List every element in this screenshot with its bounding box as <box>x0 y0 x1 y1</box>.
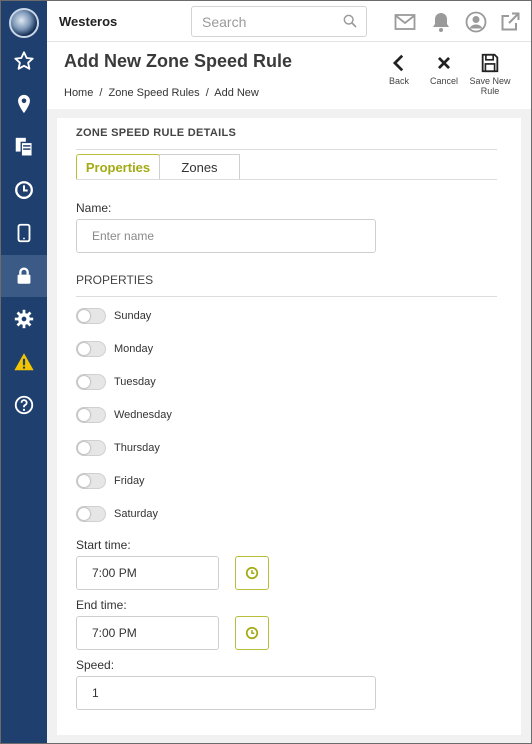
sidebar-item-location[interactable] <box>1 83 47 125</box>
toggle-knob <box>78 475 90 487</box>
tab-properties[interactable]: Properties <box>76 154 160 180</box>
search-icon[interactable] <box>342 13 358 29</box>
back-label: Back <box>388 76 409 86</box>
app-title: Westeros <box>59 14 118 29</box>
lock-icon <box>17 267 31 284</box>
speed-label: Speed: <box>76 658 115 672</box>
wednesday-toggle[interactable] <box>76 407 106 423</box>
tab-zones[interactable]: Zones <box>159 154 240 180</box>
breadcrumb-separator: / <box>205 87 209 99</box>
bell-icon[interactable] <box>429 10 453 34</box>
sidebar-item-settings[interactable] <box>1 298 47 340</box>
monday-toggle[interactable] <box>76 341 106 357</box>
save-new-rule-button[interactable]: Save New Rule <box>466 52 514 96</box>
saturday-toggle[interactable] <box>76 506 106 522</box>
end-time-input[interactable] <box>76 616 219 650</box>
app-frame: Westeros Add New Zone Speed Rule Home / … <box>0 0 532 744</box>
top-bar: Westeros <box>47 1 531 42</box>
close-icon <box>437 56 451 70</box>
name-label: Name: <box>76 201 112 215</box>
save-icon <box>481 53 499 73</box>
start-time-input[interactable] <box>76 556 219 590</box>
name-input[interactable] <box>76 219 376 253</box>
toggle-knob <box>78 508 90 520</box>
clock-icon <box>245 626 259 640</box>
sidebar-item-history[interactable] <box>1 169 47 211</box>
clock-icon <box>245 566 259 580</box>
cancel-button[interactable]: Cancel <box>420 52 468 86</box>
tuesday-label: Tuesday <box>114 376 156 388</box>
search-input[interactable] <box>202 13 332 31</box>
thursday-label: Thursday <box>114 442 160 454</box>
sidebar-item-alerts[interactable] <box>1 341 47 383</box>
search-box[interactable] <box>191 6 367 37</box>
breadcrumb: Home / Zone Speed Rules / Add New <box>64 87 262 99</box>
warning-icon <box>14 353 34 371</box>
external-link-icon[interactable] <box>498 10 522 34</box>
help-icon <box>14 395 34 415</box>
wednesday-label: Wednesday <box>114 409 172 421</box>
mail-icon[interactable] <box>393 10 417 34</box>
toggle-row-monday: Monday <box>76 340 153 358</box>
friday-label: Friday <box>114 475 145 487</box>
toggle-row-sunday: Sunday <box>76 307 151 325</box>
page-header: Add New Zone Speed Rule Home / Zone Spee… <box>47 42 531 109</box>
breadcrumb-zone-speed-rules[interactable]: Zone Speed Rules <box>109 87 200 99</box>
section-title: ZONE SPEED RULE DETAILS <box>76 127 237 139</box>
divider <box>76 149 497 150</box>
monday-label: Monday <box>114 343 154 355</box>
sidebar-item-help[interactable] <box>1 384 47 426</box>
breadcrumb-add-new: Add New <box>214 87 259 99</box>
save-label-line1: Save New <box>469 76 511 86</box>
page-title: Add New Zone Speed Rule <box>64 51 293 71</box>
tablet-icon <box>17 223 31 243</box>
sidebar-item-security[interactable] <box>1 255 47 297</box>
form-card: ZONE SPEED RULE DETAILS Properties Zones… <box>57 118 521 735</box>
chevron-left-icon <box>392 54 404 72</box>
documents-icon <box>15 137 33 157</box>
clock-icon <box>15 181 33 199</box>
toggle-row-friday: Friday <box>76 472 145 490</box>
start-time-label: Start time: <box>76 538 131 552</box>
save-label-line2: Rule <box>480 86 500 96</box>
cancel-label: Cancel <box>429 76 458 86</box>
toggle-knob <box>78 376 90 388</box>
end-time-picker-button[interactable] <box>235 616 269 650</box>
map-pin-icon <box>18 94 30 114</box>
sidebar-item-documents[interactable] <box>1 126 47 168</box>
app-logo[interactable] <box>9 8 39 38</box>
speed-input[interactable] <box>76 676 376 710</box>
end-time-label: End time: <box>76 598 127 612</box>
sidebar <box>1 1 47 743</box>
toggle-knob <box>78 409 90 421</box>
tuesday-toggle[interactable] <box>76 374 106 390</box>
sunday-toggle[interactable] <box>76 308 106 324</box>
toggle-row-wednesday: Wednesday <box>76 406 172 424</box>
sidebar-item-favorites[interactable] <box>1 40 47 82</box>
thursday-toggle[interactable] <box>76 440 106 456</box>
toggle-knob <box>78 343 90 355</box>
back-button[interactable]: Back <box>375 52 423 86</box>
breadcrumb-home[interactable]: Home <box>64 87 93 99</box>
toggle-row-saturday: Saturday <box>76 505 158 523</box>
sidebar-item-devices[interactable] <box>1 212 47 254</box>
saturday-label: Saturday <box>114 508 159 520</box>
user-icon[interactable] <box>464 10 488 34</box>
tab-divider <box>76 179 497 180</box>
divider <box>76 296 497 297</box>
toggle-knob <box>78 310 90 322</box>
breadcrumb-separator: / <box>99 87 103 99</box>
toggle-row-tuesday: Tuesday <box>76 373 156 391</box>
toggle-knob <box>78 442 90 454</box>
sunday-label: Sunday <box>114 310 152 322</box>
start-time-picker-button[interactable] <box>235 556 269 590</box>
gear-icon <box>14 309 34 329</box>
friday-toggle[interactable] <box>76 473 106 489</box>
star-icon <box>14 51 34 70</box>
toggle-row-thursday: Thursday <box>76 439 160 457</box>
properties-title: PROPERTIES <box>76 273 154 287</box>
